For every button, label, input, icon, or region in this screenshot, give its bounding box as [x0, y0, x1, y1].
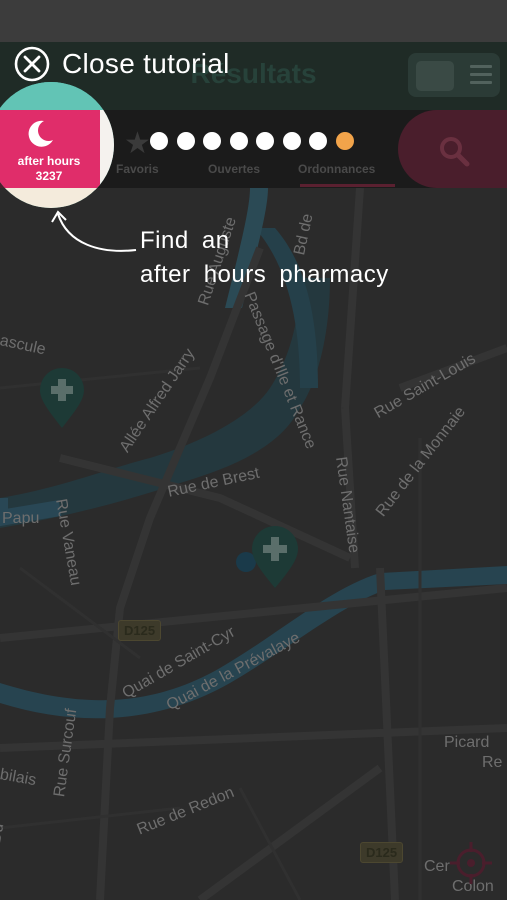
- road-tag-d125: D125: [360, 842, 404, 863]
- tutorial-hint: Find an after hours pharmacy: [140, 224, 389, 292]
- after-hours-button[interactable]: after hours 3237: [0, 82, 114, 208]
- road-tag-d125: D125: [118, 620, 162, 641]
- tab-favoris[interactable]: Favoris: [116, 162, 159, 176]
- pharmacy-pin-icon[interactable]: [250, 526, 300, 590]
- close-icon: [14, 46, 50, 82]
- avatar: [416, 61, 454, 91]
- tutorial-step-dot: [176, 132, 195, 150]
- pharmacy-pin-icon[interactable]: [38, 368, 86, 430]
- star-icon: ★: [124, 127, 151, 160]
- tutorial-step-dot: [256, 132, 274, 150]
- street-label: Picard: [444, 734, 490, 751]
- curved-arrow-icon: [51, 210, 137, 252]
- locate-me-icon[interactable]: [448, 840, 494, 886]
- hamburger-icon: [470, 65, 492, 85]
- close-tutorial-label: Close tutorial: [62, 48, 230, 79]
- tab-ouvertes[interactable]: Ouvertes: [208, 162, 260, 176]
- close-tutorial-button[interactable]: Close tutorial: [14, 46, 230, 82]
- tutorial-step-dot: [229, 132, 248, 150]
- tutorial-step-dot: [203, 132, 221, 150]
- tutorial-step-dot: [282, 132, 301, 150]
- tutorial-step-dot: [150, 132, 168, 150]
- tab-selected-indicator: [300, 184, 395, 187]
- tutorial-step-dot: [309, 132, 327, 150]
- street-label: Cer: [424, 858, 450, 875]
- moon-icon: [28, 120, 53, 147]
- menu-button[interactable]: [408, 53, 500, 97]
- tab-ordonnances[interactable]: Ordonnances: [298, 162, 375, 176]
- tutorial-step-dot: [335, 132, 354, 150]
- after-hours-number: 3237: [35, 169, 63, 183]
- status-bar: [0, 0, 507, 42]
- street-label: Re: [482, 754, 503, 771]
- after-hours-label: after hours: [17, 154, 81, 168]
- search-icon: [440, 137, 470, 167]
- street-label: Papu: [2, 510, 40, 527]
- tutorial-hint-line1: Find an: [140, 227, 230, 254]
- tutorial-hint-line2: after hours pharmacy: [140, 261, 389, 288]
- tutorial-progress-dots: [150, 132, 362, 152]
